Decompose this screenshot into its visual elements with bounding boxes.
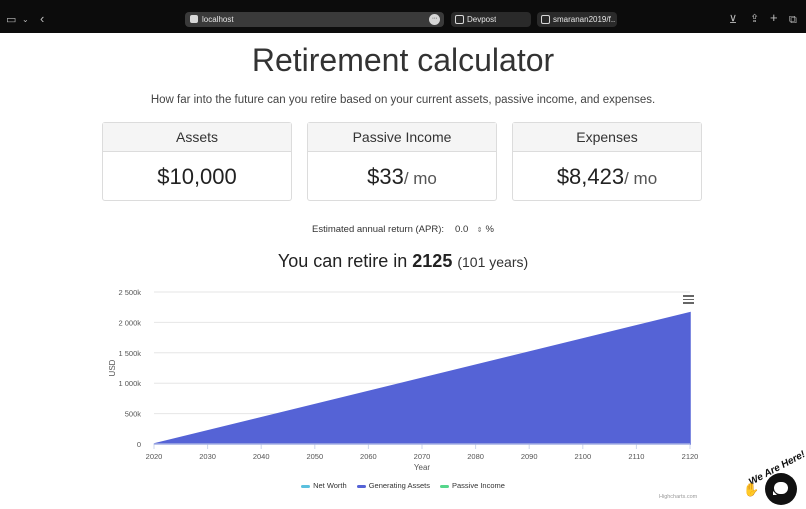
- browser-toolbar: ▭ ⌄ ‹ localhost ··· Devpost smaranan2019…: [0, 0, 806, 33]
- address-bar[interactable]: localhost ···: [185, 12, 444, 27]
- y-tick-label: 2 000k: [118, 318, 141, 327]
- card-header: Assets: [103, 123, 291, 152]
- card-amount: $10,000: [157, 164, 237, 189]
- chart-legend: Net Worth Generating Assets Passive Income: [0, 481, 806, 490]
- tab-overview-icon[interactable]: ⧉: [789, 13, 797, 27]
- x-tick-label: 2060: [360, 452, 377, 461]
- chart-menu-icon[interactable]: [683, 295, 694, 304]
- y-tick-label: 2 500k: [118, 288, 141, 297]
- stepper-icon[interactable]: ⇕: [477, 227, 483, 234]
- assets-value[interactable]: $10,000: [103, 152, 291, 190]
- tab-github[interactable]: smaranan2019/f...: [537, 12, 617, 27]
- apr-suffix: %: [485, 224, 494, 235]
- y-axis-title: USD: [108, 359, 117, 376]
- legend-swatch: [301, 484, 311, 488]
- apr-row: Estimated annual return (APR): 0.0 ⇕%: [0, 224, 806, 235]
- legend-label: Net Worth: [313, 481, 347, 490]
- chevron-down-icon[interactable]: ⌄: [22, 13, 29, 27]
- tab-label: Devpost: [467, 15, 497, 24]
- x-axis-title: Year: [414, 463, 431, 472]
- card-header: Passive Income: [308, 123, 496, 152]
- download-icon[interactable]: ⊻: [729, 13, 737, 27]
- url-text: localhost: [202, 15, 234, 24]
- legend-label: Passive Income: [451, 481, 505, 490]
- net-worth-chart: 0 500k 1 000k 1 500k 2 000k 2 500k 2020 2030 204…: [108, 288, 699, 472]
- card-unit: / mo: [403, 169, 437, 188]
- legend-item[interactable]: Net Worth: [301, 481, 347, 490]
- x-tick-label: 2070: [414, 452, 431, 461]
- series-area-generating-assets: [153, 311, 691, 445]
- legend-item[interactable]: Passive Income: [439, 481, 505, 490]
- waving-hand-icon: ✋: [743, 482, 760, 497]
- chart-credits[interactable]: Highcharts.com: [659, 494, 697, 500]
- page-title: Retirement calculator: [251, 42, 555, 78]
- apr-label: Estimated annual return (APR):: [312, 224, 445, 235]
- result-prefix: You can retire in: [277, 251, 408, 271]
- legend-swatch: [356, 484, 366, 488]
- x-tick-label: 2020: [146, 452, 163, 461]
- x-tick-label: 2110: [628, 452, 644, 461]
- more-options-icon[interactable]: ···: [429, 14, 440, 25]
- retire-year: 2125: [412, 251, 453, 271]
- assets-card: Assets $10,000: [102, 122, 292, 201]
- x-tick-label: 2080: [467, 452, 484, 461]
- apr-input[interactable]: 0.0: [449, 224, 475, 235]
- x-tick-label: 2050: [306, 452, 323, 461]
- github-favicon-icon: [541, 15, 550, 24]
- share-icon[interactable]: ⇪: [750, 12, 759, 26]
- chat-widget-button[interactable]: [765, 473, 797, 505]
- y-tick-label: 0: [137, 440, 141, 449]
- expenses-card: Expenses $8,423/ mo: [512, 122, 702, 201]
- site-favicon-icon: [190, 15, 198, 23]
- y-tick-label: 1 000k: [118, 379, 141, 388]
- card-amount: $33: [367, 164, 404, 189]
- x-tick-label: 2100: [574, 452, 591, 461]
- page-subtitle: How far into the future can you retire b…: [150, 94, 656, 106]
- passive-income-card: Passive Income $33/ mo: [307, 122, 497, 201]
- card-header: Expenses: [513, 123, 701, 152]
- back-icon[interactable]: ‹: [40, 12, 44, 26]
- y-tick-label: 1 500k: [118, 349, 141, 358]
- retire-years: (101 years): [457, 254, 529, 270]
- tab-label: smaranan2019/f...: [553, 15, 615, 24]
- y-tick-label: 500k: [125, 410, 142, 419]
- devpost-favicon-icon: [455, 15, 464, 24]
- x-tick-label: 2090: [521, 452, 538, 461]
- x-tick-label: 2120: [682, 452, 699, 461]
- card-amount: $8,423: [556, 164, 625, 189]
- legend-swatch: [439, 484, 449, 488]
- x-tick-label: 2030: [199, 452, 216, 461]
- passive-income-value[interactable]: $33/ mo: [308, 152, 496, 190]
- new-tab-icon[interactable]: +: [770, 11, 778, 25]
- retire-result: You can retire in 2125 (101 years): [0, 251, 806, 272]
- legend-item[interactable]: Generating Assets: [356, 481, 430, 490]
- expenses-value[interactable]: $8,423/ mo: [513, 152, 701, 190]
- tab-devpost[interactable]: Devpost: [451, 12, 531, 27]
- sidebar-toggle-icon[interactable]: ▭: [6, 13, 16, 27]
- legend-label: Generating Assets: [368, 481, 430, 490]
- card-unit: / mo: [624, 169, 658, 188]
- x-tick-label: 2040: [253, 452, 270, 461]
